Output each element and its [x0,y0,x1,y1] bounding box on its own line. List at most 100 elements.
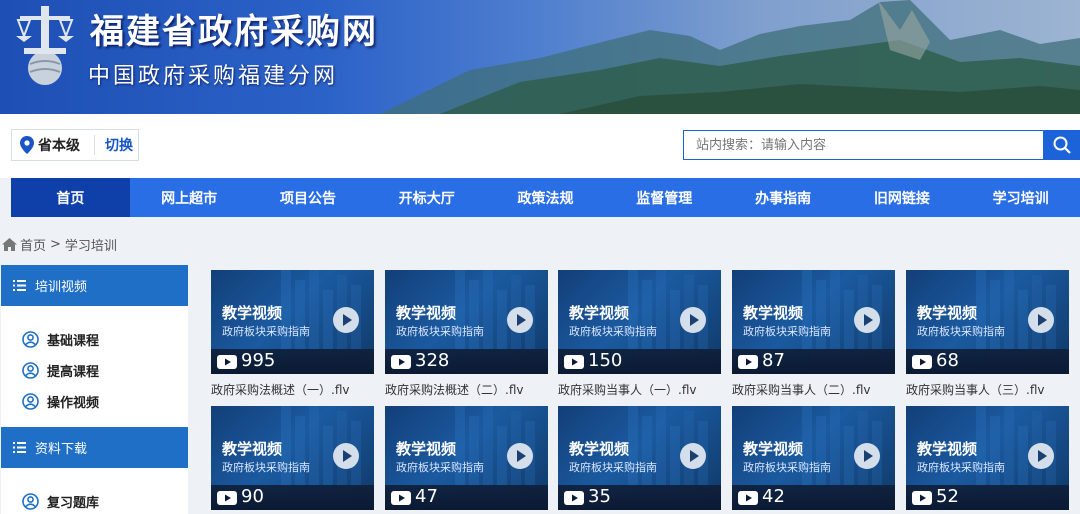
video-thumbnail[interactable]: 教学视频 政府板块采购指南 47 [385,406,548,510]
site-title: 福建省政府采购网 [90,12,378,52]
sidebar-section-training-videos[interactable]: 培训视频 [1,265,188,306]
thumbnail-subtitle: 政府板块采购指南 [396,461,484,474]
nav-item-bid-opening-hall[interactable]: 开标大厅 [367,178,486,217]
sidebar-section-downloads[interactable]: 资料下载 [1,427,188,468]
view-count-bar: 328 [385,349,548,374]
sidebar-item-basic-course[interactable]: 基础课程 [1,324,188,355]
video-caption[interactable]: 政府采购当事人（三）.flv [906,381,1069,398]
video-play-icon [912,355,932,369]
thumbnail-subtitle: 政府板块采购指南 [917,461,1005,474]
video-card[interactable]: 教学视频 政府板块采购指南 42 [732,406,895,514]
sidebar-section-items: 复习题库 [1,468,188,514]
view-count: 87 [762,350,785,371]
sidebar-item-advanced-course[interactable]: 提高课程 [1,355,188,386]
thumbnail-title: 教学视频 [743,304,804,322]
video-card[interactable]: 教学视频政府板块采购指南 52 [906,406,1069,514]
nav-item-supervision[interactable]: 监督管理 [605,178,724,217]
video-caption[interactable]: 政府采购当事人（二）.flv [732,381,895,398]
video-thumbnail[interactable]: 教学视频政府板块采购指南 150 [558,270,721,374]
breadcrumb-home-link[interactable]: 首页 [20,235,46,254]
video-caption[interactable]: 政府采购法概述（一）.flv [211,381,374,398]
search-button[interactable] [1043,130,1080,160]
play-circle-icon[interactable] [506,306,534,334]
nav-item-training[interactable]: 学习培训 [961,178,1080,217]
list-icon [13,280,26,291]
video-thumbnail[interactable]: 教学视频政府板块采购指南 35 [558,406,721,510]
view-count: 995 [241,350,276,371]
sidebar-item-operation-videos[interactable]: 操作视频 [1,386,188,417]
video-caption[interactable]: 政府采购法概述（二）.flv [385,381,548,398]
thumbnail-title: 教学视频 [569,304,630,322]
thumbnail-title: 教学视频 [917,440,978,458]
video-thumbnail[interactable]: 教学视频 政府板块采购指南 42 [732,406,895,510]
view-count: 328 [415,350,450,371]
site-subtitle: 中国政府采购福建分网 [88,64,339,89]
play-circle-icon[interactable] [853,306,881,334]
video-caption[interactable]: 政府采购当事人（一）.flv [558,381,721,398]
nav-item-online-mall[interactable]: 网上超市 [130,178,249,217]
thumbnail-title: 教学视频 [222,304,283,322]
play-circle-icon[interactable] [1027,442,1055,470]
breadcrumb-current: 学习培训 [64,239,117,254]
thumbnail-title: 教学视频 [743,440,804,458]
video-play-icon [391,355,411,369]
play-circle-icon[interactable] [679,442,707,470]
thumbnail-subtitle: 政府板块采购指南 [743,461,831,474]
user-circle-icon [22,331,39,348]
home-icon [2,238,17,251]
sidebar-item-question-bank[interactable]: 复习题库 [1,486,188,514]
video-card[interactable]: 教学视频 政府板块采购指南 68 政府采购当事人（三）.flv [906,270,1069,398]
sidebar: 培训视频 基础课程 提高课程 操作视频 资料下载 复习题库 [1,265,188,514]
thumbnail-subtitle: 政府板块采购指南 [743,325,831,338]
view-count-bar: 68 [906,349,1069,374]
sidebar-item-label: 操作视频 [47,396,100,411]
nav-item-guide[interactable]: 办事指南 [724,178,843,217]
play-circle-icon[interactable] [506,442,534,470]
nav-item-announcements[interactable]: 项目公告 [249,178,368,217]
video-card[interactable]: 教学视频 政府板块采购指南 328 政府采购法概述（二）.flv [385,270,548,398]
play-circle-icon[interactable] [332,306,360,334]
video-play-icon [217,491,237,505]
view-count: 150 [588,350,623,371]
video-thumbnail[interactable]: 教学视频政府板块采购指南 52 [906,406,1069,510]
main-nav: 首页 网上超市 项目公告 开标大厅 政策法规 监督管理 办事指南 旧网链接 学习… [11,178,1080,217]
nav-item-home[interactable]: 首页 [11,178,130,217]
video-card[interactable]: 教学视频政府板块采购指南 87 政府采购当事人（二）.flv [732,270,895,398]
video-card[interactable]: 教学视频政府板块采购指南 35 [558,406,721,514]
video-play-icon [391,491,411,505]
video-thumbnail[interactable]: 教学视频 政府板块采购指南 995 [211,270,374,374]
view-count-bar: 52 [906,485,1069,510]
video-play-icon [564,355,584,369]
play-circle-icon[interactable] [1027,306,1055,334]
video-thumbnail[interactable]: 教学视频 政府板块采购指南 90 [211,406,374,510]
nav-item-old-site-links[interactable]: 旧网链接 [842,178,961,217]
site-search-input[interactable] [683,130,1045,160]
view-count-bar: 90 [211,485,374,510]
view-count-bar: 47 [385,485,548,510]
video-card[interactable]: 教学视频 政府板块采购指南 47 [385,406,548,514]
user-circle-icon [22,393,39,410]
nav-item-policies[interactable]: 政策法规 [486,178,605,217]
play-circle-icon[interactable] [853,442,881,470]
sidebar-section-title: 资料下载 [35,442,88,457]
play-circle-icon[interactable] [332,442,360,470]
thumbnail-subtitle: 政府板块采购指南 [569,325,657,338]
video-card[interactable]: 教学视频 政府板块采购指南 995 政府采购法概述（一）.flv [211,270,374,398]
thumbnail-subtitle: 政府板块采购指南 [222,461,310,474]
video-thumbnail[interactable]: 教学视频 政府板块采购指南 328 [385,270,548,374]
search-icon [1053,136,1071,154]
video-thumbnail[interactable]: 教学视频 政府板块采购指南 68 [906,270,1069,374]
region-switch-link[interactable]: 切换 [94,135,133,155]
thumbnail-title: 教学视频 [917,304,978,322]
thumbnail-subtitle: 政府板块采购指南 [569,461,657,474]
video-play-icon [738,355,758,369]
video-card[interactable]: 教学视频 政府板块采购指南 90 [211,406,374,514]
view-count: 35 [588,486,611,507]
thumbnail-title: 教学视频 [569,440,630,458]
breadcrumb-separator: > [50,237,61,252]
video-thumbnail[interactable]: 教学视频政府板块采购指南 87 [732,270,895,374]
play-circle-icon[interactable] [679,306,707,334]
video-card[interactable]: 教学视频政府板块采购指南 150 政府采购当事人（一）.flv [558,270,721,398]
view-count-bar: 87 [732,349,895,374]
region-level: 省本级 [38,138,80,154]
